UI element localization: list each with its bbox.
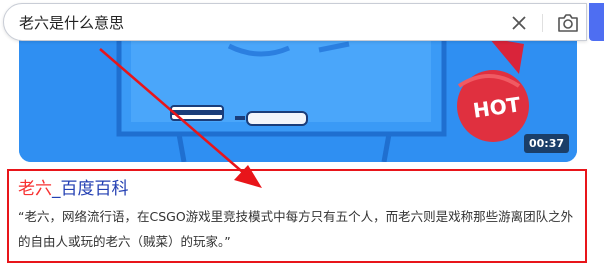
close-icon[interactable] — [510, 14, 528, 32]
search-button[interactable] — [589, 3, 604, 41]
video-duration: 00:37 — [523, 134, 569, 153]
video-thumbnail[interactable]: HOT 00:37 — [19, 26, 577, 162]
divider — [542, 14, 543, 32]
video-illustration: HOT — [19, 26, 577, 162]
result-title-link[interactable]: 老六_百度百科 — [18, 178, 129, 200]
search-input[interactable]: 老六是什么意思 — [19, 12, 489, 34]
result-title-rest: _百度百科 — [52, 179, 129, 199]
search-bar: 老六是什么意思 — [3, 3, 587, 41]
camera-icon[interactable] — [557, 13, 579, 33]
result-title-highlight: 老六 — [18, 179, 52, 199]
result-snippet: “老六，网络流行语，在CSGO游戏里竞技模式中每方只有五个人，而老六则是戏称那些… — [18, 209, 574, 249]
